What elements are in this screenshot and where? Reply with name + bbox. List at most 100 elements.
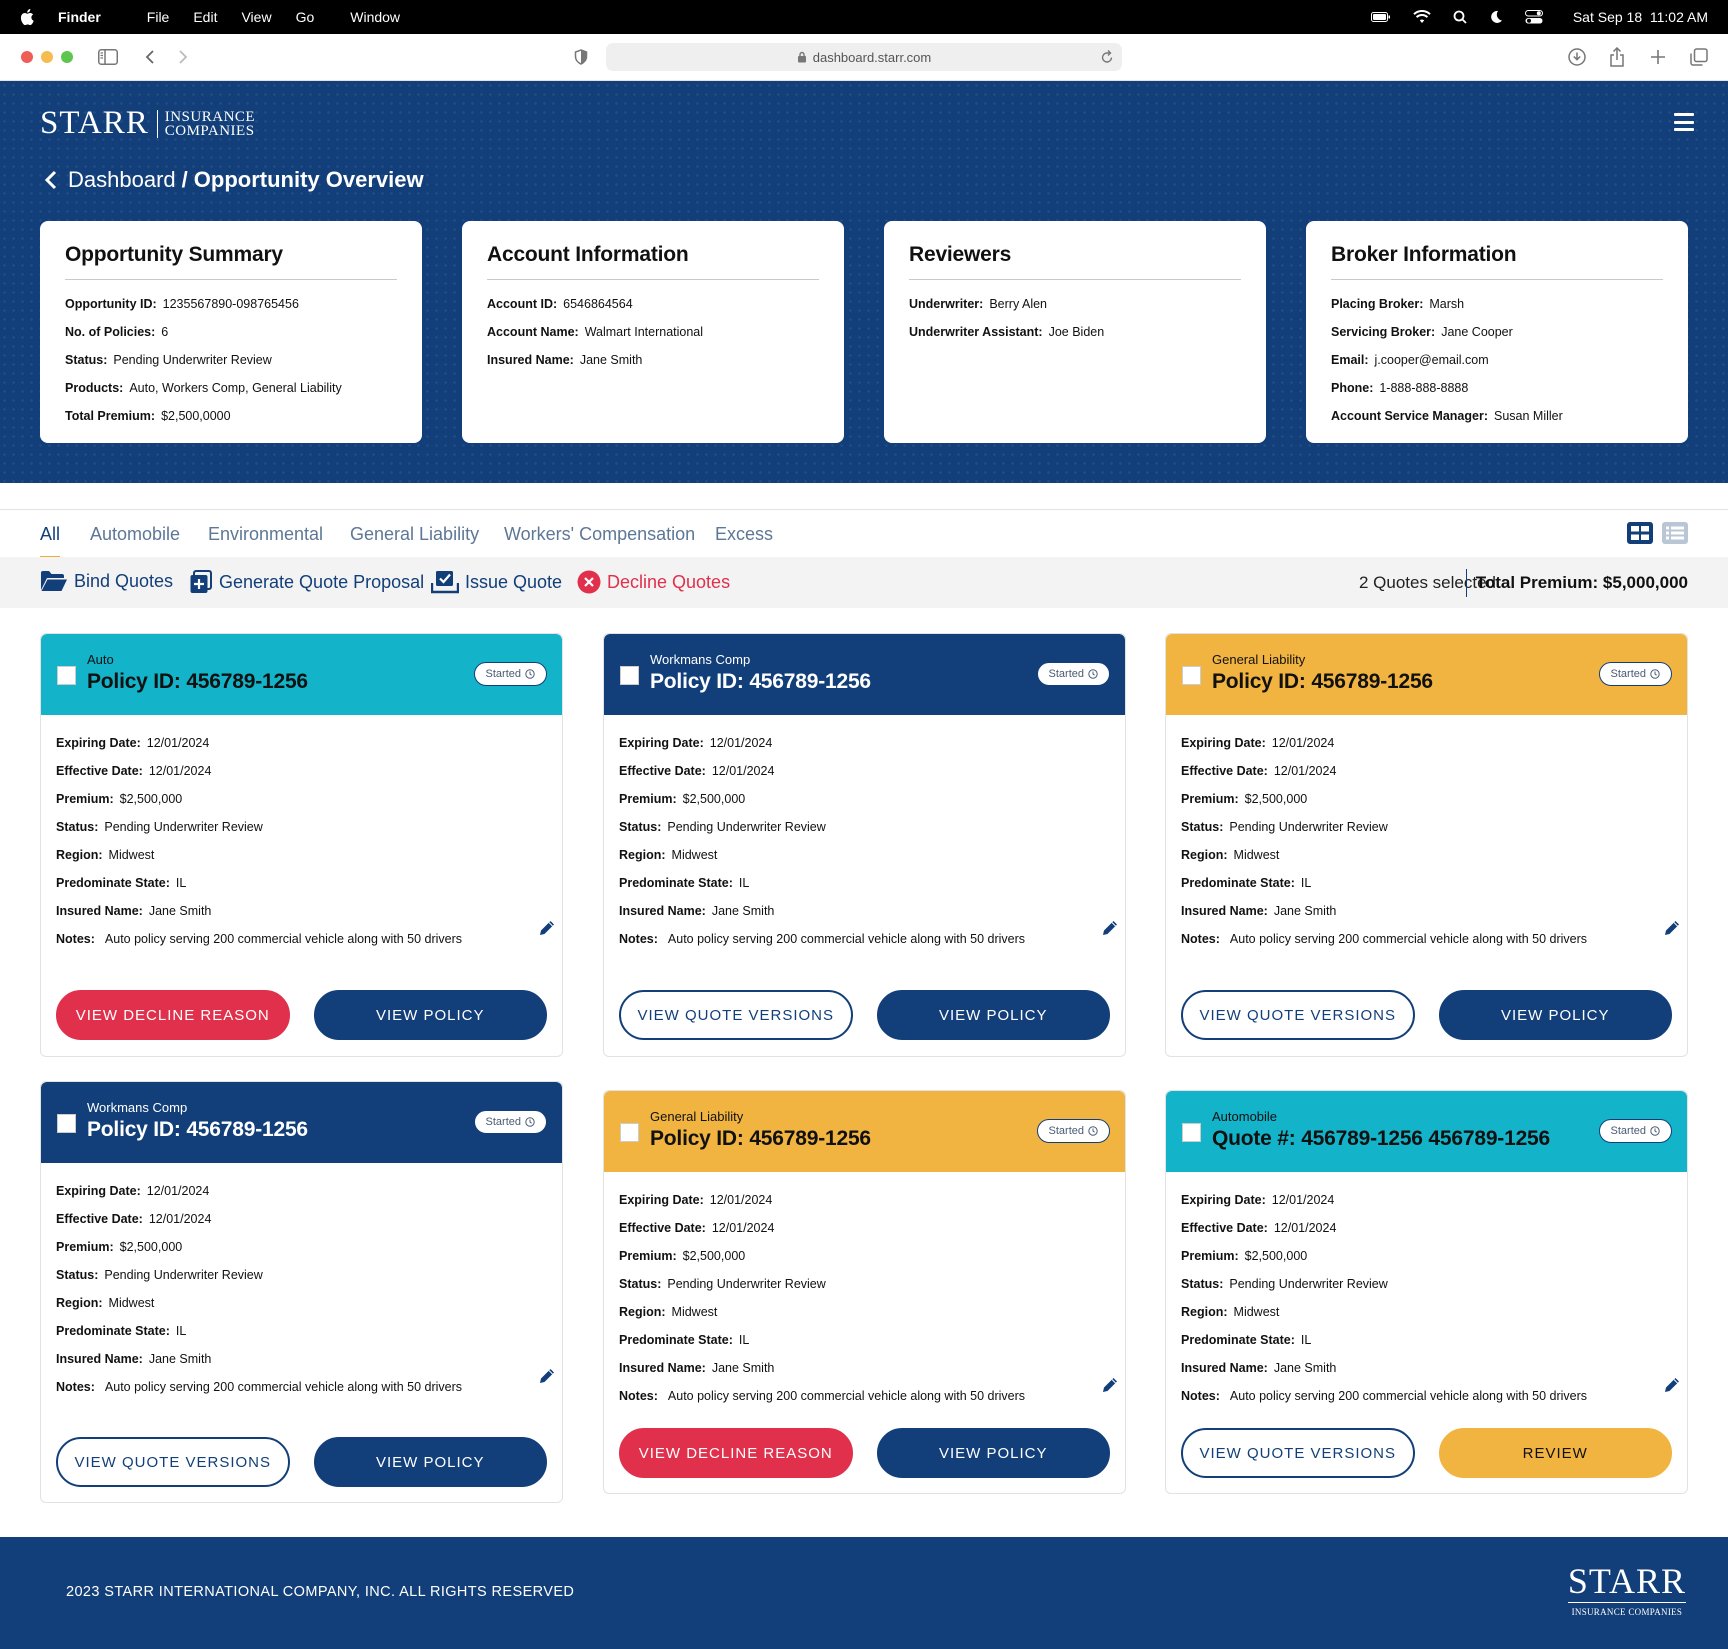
view-policy-button[interactable]: VIEW POLICY (313, 1437, 547, 1487)
window-zoom-button[interactable] (61, 51, 73, 63)
menubar-clock[interactable]: Sat Sep 18 11:02 AM (1573, 9, 1708, 25)
info-row: Account Service Manager: Susan Miller (1331, 409, 1563, 423)
menu-go[interactable]: Go (296, 9, 315, 25)
view-policy-button[interactable]: VIEW POLICY (1438, 990, 1672, 1040)
policy-card-header: Workmans Comp Policy ID: 456789-1256 Sta… (41, 1082, 562, 1163)
sidebar-toggle-icon[interactable] (96, 45, 120, 69)
info-row: Total Premium: $2,500,0000 (65, 409, 231, 423)
select-checkbox[interactable] (57, 666, 76, 685)
tab-automobile[interactable]: Automobile (90, 524, 180, 545)
tab-excess[interactable]: Excess (715, 524, 773, 545)
info-row: Underwriter: Berry Alen (909, 297, 1047, 311)
window-minimize-button[interactable] (41, 51, 53, 63)
view-decline-reason-button[interactable]: VIEW DECLINE REASON (56, 990, 290, 1040)
clock-icon (1088, 1126, 1098, 1136)
forward-arrow-icon[interactable] (171, 45, 195, 69)
policy-card-header: General Liability Policy ID: 456789-1256… (1166, 634, 1687, 715)
menu-window[interactable]: Window (350, 9, 400, 25)
policy-category: Automobile (1212, 1109, 1278, 1124)
issue-quote-button[interactable]: Issue Quote (431, 570, 562, 594)
control-center-icon[interactable] (1524, 10, 1543, 24)
menu-edit[interactable]: Edit (193, 9, 217, 25)
policy-category: General Liability (650, 1109, 744, 1124)
decline-x-circle-icon (577, 570, 601, 594)
checkbox-tray-icon (431, 570, 459, 594)
menu-bar: Finder File Edit View Go Window Sat Sep … (0, 0, 1728, 34)
edit-pencil-icon[interactable] (1101, 1376, 1119, 1394)
edit-pencil-icon[interactable] (538, 1367, 556, 1385)
menu-view[interactable]: View (241, 9, 271, 25)
edit-pencil-icon[interactable] (538, 919, 556, 937)
wifi-icon[interactable] (1413, 10, 1431, 24)
review-button[interactable]: REVIEW (1438, 1428, 1672, 1478)
privacy-shield-icon[interactable] (569, 45, 593, 69)
spotlight-search-icon[interactable] (1453, 10, 1467, 24)
menu-app-finder[interactable]: Finder (58, 9, 101, 25)
reload-icon[interactable] (1100, 49, 1114, 65)
info-row: No. of Policies: 6 (65, 325, 169, 339)
list-view-icon[interactable] (1662, 522, 1688, 544)
policy-category: Workmans Comp (650, 652, 751, 667)
footer: 2023 STARR INTERNATIONAL COMPANY, INC. A… (0, 1537, 1728, 1649)
select-checkbox[interactable] (620, 666, 639, 685)
back-arrow-icon[interactable] (138, 45, 162, 69)
view-quote-versions-button[interactable]: VIEW QUOTE VERSIONS (1181, 1428, 1415, 1478)
select-checkbox[interactable] (620, 1123, 639, 1142)
hero-header: STARR INSURANCE COMPANIES Dashboard / Opp… (0, 81, 1728, 483)
reviewers-card: Reviewers Underwriter: Berry Alen Underwr… (884, 221, 1266, 443)
downloads-icon[interactable] (1565, 45, 1589, 69)
view-quote-versions-button[interactable]: VIEW QUOTE VERSIONS (619, 990, 853, 1040)
address-bar[interactable]: dashboard.starr.com (606, 43, 1122, 71)
decline-quotes-button[interactable]: Decline Quotes (577, 570, 730, 594)
view-policy-button[interactable]: VIEW POLICY (876, 990, 1110, 1040)
clock-icon (525, 669, 535, 679)
generate-quote-proposal-button[interactable]: Generate Quote Proposal (189, 570, 424, 594)
info-row: Status: Pending Underwriter Review (65, 353, 272, 367)
lock-icon (797, 51, 806, 63)
menu-file[interactable]: File (147, 9, 170, 25)
tab-environmental[interactable]: Environmental (208, 524, 323, 545)
policy-card: Auto Policy ID: 456789-1256 Started Expi… (40, 633, 563, 1057)
bulk-action-bar: Bind Quotes Generate Quote Proposal Issu… (0, 557, 1728, 608)
policy-type-tabs: All Automobile Environmental General Lia… (0, 509, 1728, 559)
share-icon[interactable] (1605, 45, 1629, 69)
tab-overview-icon[interactable] (1687, 45, 1711, 69)
tab-all[interactable]: All (40, 524, 61, 559)
tab-general-liability[interactable]: General Liability (350, 524, 479, 545)
view-policy-button[interactable]: VIEW POLICY (313, 990, 547, 1040)
breadcrumb-dashboard-link[interactable]: Dashboard (68, 167, 176, 193)
tab-workers-compensation[interactable]: Workers' Compensation (504, 524, 695, 545)
view-quote-versions-button[interactable]: VIEW QUOTE VERSIONS (56, 1437, 290, 1487)
apple-icon[interactable] (20, 9, 34, 25)
view-policy-button[interactable]: VIEW POLICY (876, 1428, 1110, 1478)
divider (1466, 569, 1467, 597)
grid-view-icon[interactable] (1627, 522, 1653, 544)
edit-pencil-icon[interactable] (1663, 1376, 1681, 1394)
edit-pencil-icon[interactable] (1663, 919, 1681, 937)
view-quote-versions-button[interactable]: VIEW QUOTE VERSIONS (1181, 990, 1415, 1040)
policy-card: Workmans Comp Policy ID: 456789-1256 Sta… (603, 633, 1126, 1057)
select-checkbox[interactable] (1182, 666, 1201, 685)
edit-pencil-icon[interactable] (1101, 919, 1119, 937)
info-row: Servicing Broker: Jane Cooper (1331, 325, 1513, 339)
hamburger-menu-icon[interactable] (1674, 113, 1694, 131)
add-document-icon (189, 570, 213, 594)
battery-icon[interactable] (1370, 11, 1391, 23)
bind-quotes-button[interactable]: Bind Quotes (40, 570, 173, 592)
policy-card-body: Expiring Date: 12/01/2024 Effective Date:… (604, 1172, 1125, 1410)
select-checkbox[interactable] (57, 1114, 76, 1133)
policy-card: General Liability Policy ID: 456789-1256… (603, 1090, 1126, 1494)
view-decline-reason-button[interactable]: VIEW DECLINE REASON (619, 1428, 853, 1478)
window-close-button[interactable] (21, 51, 33, 63)
back-chevron-icon[interactable] (44, 169, 58, 191)
select-checkbox[interactable] (1182, 1123, 1201, 1142)
status-badge: Started (1036, 1119, 1110, 1143)
policy-card-header: Workmans Comp Policy ID: 456789-1256 Sta… (604, 634, 1125, 715)
breadcrumb: Dashboard / Opportunity Overview (44, 167, 424, 193)
clock-icon (1088, 669, 1098, 679)
policy-category: Auto (87, 652, 114, 667)
new-tab-plus-icon[interactable] (1646, 45, 1670, 69)
policy-card-body: Expiring Date: 12/01/2024 Effective Date:… (41, 715, 562, 953)
starr-logo[interactable]: STARR INSURANCE COMPANIES (40, 105, 255, 142)
do-not-disturb-moon-icon[interactable] (1489, 10, 1503, 24)
